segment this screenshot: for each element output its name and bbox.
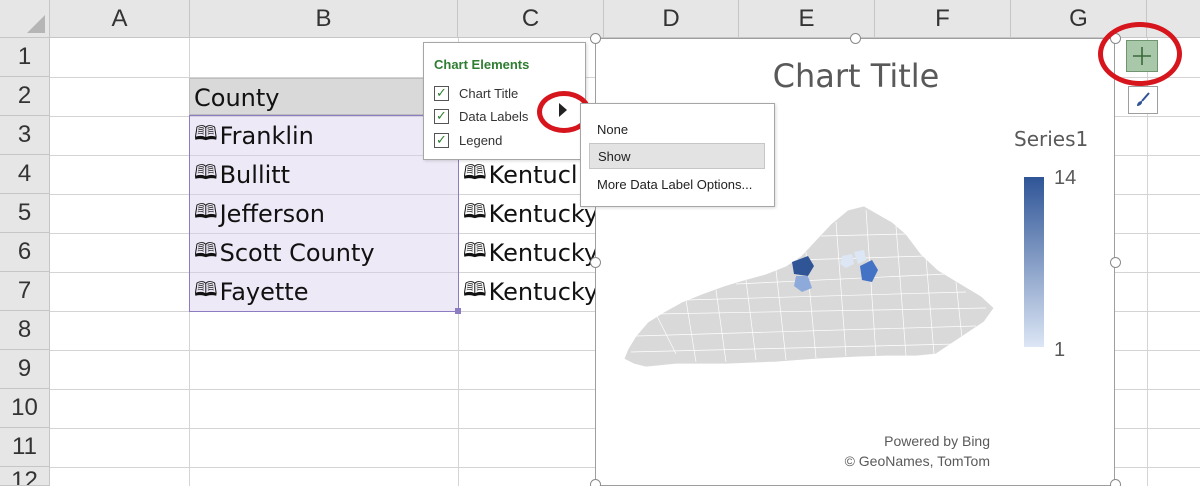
checkbox-legend[interactable]: ✓: [434, 132, 449, 148]
cell-b4-text: Bullitt: [219, 160, 291, 189]
select-all-triangle-icon: [27, 15, 45, 33]
select-all-corner[interactable]: [0, 0, 50, 38]
chart-element-label: Chart Title: [459, 85, 519, 101]
cell-b6[interactable]: 🕮 Scott County: [189, 233, 459, 272]
resize-handle-top-left[interactable]: [590, 33, 601, 44]
legend-color-scale: [1024, 177, 1044, 347]
row-header-9[interactable]: 9: [0, 350, 50, 389]
data-labels-submenu[interactable]: None Show More Data Label Options...: [580, 103, 775, 207]
brush-icon: [1137, 92, 1150, 106]
resize-handle-bottom-right[interactable]: [1110, 479, 1121, 486]
cell-b5[interactable]: 🕮 Jefferson: [189, 194, 459, 233]
resize-handle-top[interactable]: [850, 33, 861, 44]
chart-element-label: Legend: [459, 132, 503, 148]
row-header-10[interactable]: 10: [0, 389, 50, 428]
resize-handle-bottom-left[interactable]: [590, 479, 601, 486]
cell-c4[interactable]: 🕮 Kentucl: [458, 155, 595, 194]
row-header-7[interactable]: 7: [0, 272, 50, 311]
map-icon: 🕮: [194, 159, 218, 184]
resize-handle-left[interactable]: [590, 257, 601, 268]
legend-title: Series1: [1014, 127, 1089, 151]
map-icon: 🕮: [463, 198, 487, 223]
row-header-5[interactable]: 5: [0, 194, 50, 233]
column-header-f[interactable]: F: [875, 0, 1011, 38]
legend-max-label: 14: [1054, 167, 1077, 189]
kentucky-map: [623, 205, 995, 368]
row-header-2[interactable]: 2: [0, 77, 50, 116]
cell-b4[interactable]: 🕮 Bullitt: [189, 155, 459, 194]
row-header-12[interactable]: 12: [0, 467, 50, 486]
cell-c4-text: Kentucl: [488, 160, 578, 189]
cell-c5[interactable]: 🕮 Kentucky: [458, 194, 595, 233]
chart-element-data-labels[interactable]: ✓ Data Labels: [434, 106, 528, 126]
map-icon: 🕮: [463, 237, 487, 262]
cell-c7-text: Kentucky: [488, 277, 595, 306]
map-icon: 🕮: [194, 237, 218, 262]
resize-handle-right[interactable]: [1110, 257, 1121, 268]
checkbox-data-labels[interactable]: ✓: [434, 108, 449, 124]
chart-styles-button[interactable]: [1128, 86, 1158, 114]
row-header-4[interactable]: 4: [0, 155, 50, 194]
cell-b5-text: Jefferson: [219, 199, 326, 228]
row-header-11[interactable]: 11: [0, 428, 50, 467]
map-icon: 🕮: [194, 276, 218, 301]
chart-element-label: Data Labels: [459, 108, 529, 124]
row-header-3[interactable]: 3: [0, 116, 50, 155]
map-icon: 🕮: [194, 198, 218, 223]
legend-min-label: 1: [1054, 339, 1066, 361]
attribution-geonames: © GeoNames, TomTom: [844, 453, 990, 469]
cell-b7[interactable]: 🕮 Fayette: [189, 272, 459, 311]
chart-title[interactable]: Chart Title: [596, 57, 1116, 95]
submenu-item-more-options[interactable]: More Data Label Options...: [589, 171, 765, 197]
map-icon: 🕮: [463, 276, 487, 301]
cell-b3[interactable]: 🕮 Franklin: [189, 116, 459, 155]
cell-c7[interactable]: 🕮 Kentucky: [458, 272, 595, 311]
cell-b6-text: Scott County: [219, 238, 375, 267]
map-icon: 🕮: [194, 120, 218, 145]
spreadsheet-grid[interactable]: A B C D E F G 1 2 3 4 5 6 7 8 9 10 11 12…: [0, 0, 1200, 486]
column-header-c[interactable]: C: [458, 0, 604, 38]
cell-b7-text: Fayette: [219, 277, 309, 306]
cell-b2[interactable]: County: [189, 78, 459, 117]
attribution-bing: Powered by Bing: [884, 433, 990, 449]
chart-element-legend[interactable]: ✓ Legend: [434, 130, 502, 150]
chart-elements-title: Chart Elements: [434, 57, 530, 72]
row-header-1[interactable]: 1: [0, 38, 50, 77]
highlight-circle-elements-button: [1098, 22, 1182, 86]
column-header-d[interactable]: D: [604, 0, 739, 38]
row-header-8[interactable]: 8: [0, 311, 50, 350]
cell-b3-text: Franklin: [219, 121, 314, 150]
column-header-a[interactable]: A: [50, 0, 190, 38]
cell-c6[interactable]: 🕮 Kentucky: [458, 233, 595, 272]
cell-c6-text: Kentucky: [488, 238, 595, 267]
column-header-b[interactable]: B: [190, 0, 458, 38]
row-header-6[interactable]: 6: [0, 233, 50, 272]
submenu-item-none[interactable]: None: [589, 116, 765, 142]
checkbox-chart-title[interactable]: ✓: [434, 85, 449, 101]
submenu-item-show[interactable]: Show: [589, 143, 765, 169]
map-icon: 🕮: [463, 159, 487, 184]
chart-element-chart-title[interactable]: ✓ Chart Title: [434, 83, 518, 103]
